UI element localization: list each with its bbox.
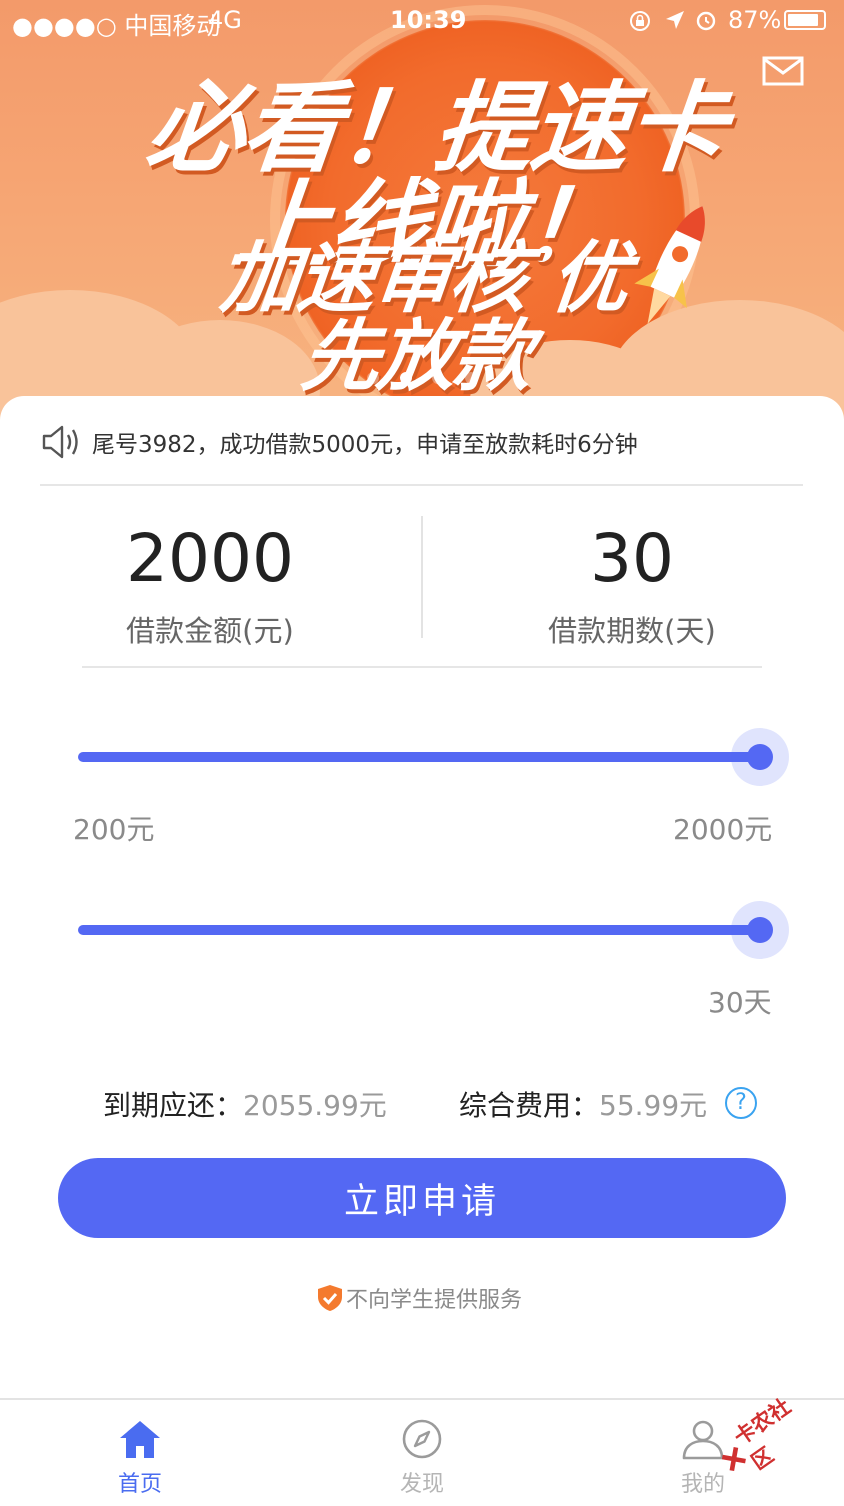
disclaimer-text: 不向学生提供服务 (346, 1288, 523, 1313)
tab-home-label: 首页 (117, 1472, 162, 1497)
total-fee-key: 综合费用： (459, 1089, 600, 1122)
fee-help-icon[interactable]: ? (725, 1087, 757, 1119)
status-bar: ●●●●○ 中国移动 4G 10:39 87% (0, 0, 844, 42)
tab-home[interactable]: 首页 (80, 1418, 200, 1498)
time-label: 10:39 (390, 6, 467, 34)
due-amount-key: 到期应还： (103, 1089, 244, 1122)
battery-percent: 87% (728, 6, 782, 34)
banner-subline: 加速审核 优先放款 (216, 234, 632, 402)
total-fee-value: 55.99元 (599, 1089, 708, 1122)
loan-amount-label: 借款金额(元) (126, 614, 294, 648)
loan-term-label: 借款期数(天) (548, 614, 716, 648)
notice-text: 尾号3982，成功借款5000元，申请至放款耗时6分钟 (92, 432, 638, 458)
battery-icon (784, 10, 826, 30)
amount-slider-thumb[interactable] (731, 728, 789, 786)
location-icon (666, 11, 684, 29)
divider (40, 484, 803, 486)
message-icon[interactable] (762, 56, 804, 86)
total-fee: 综合费用：55.99元 (459, 1084, 707, 1124)
promo-banner[interactable]: 必看！提速卡上线啦！ 加速审核 优先放款 (0, 0, 844, 420)
amount-max-label: 2000元 (673, 813, 773, 846)
amount-slider-track[interactable] (78, 752, 762, 762)
term-max-label: 30天 (708, 986, 772, 1019)
student-disclaimer: 不向学生提供服务 (316, 1282, 522, 1314)
network-label: 4G (208, 6, 242, 34)
term-slider-thumb[interactable] (731, 901, 789, 959)
tab-discover-label: 发现 (399, 1472, 444, 1497)
home-icon (120, 1421, 160, 1458)
carrier-label: ●●●●○ 中国移动 (12, 12, 221, 40)
tab-discover[interactable]: 发现 (362, 1418, 482, 1498)
divider (82, 666, 762, 668)
speaker-icon (42, 425, 78, 459)
loan-amount-value: 2000 (126, 520, 294, 597)
carousel-dot-active[interactable] (400, 372, 412, 384)
amount-min-label: 200元 (73, 813, 155, 846)
due-amount-value: 2055.99元 (243, 1089, 387, 1122)
alarm-icon (696, 11, 716, 31)
carousel-dot[interactable] (432, 372, 444, 384)
loan-term-value: 30 (590, 520, 674, 597)
rocket-icon (634, 206, 705, 324)
term-slider-track[interactable] (78, 925, 762, 935)
notice-bar: 尾号3982，成功借款5000元，申请至放款耗时6分钟 (40, 420, 800, 464)
carousel-dot[interactable] (367, 372, 379, 384)
carousel-dot[interactable] (465, 372, 477, 384)
rotation-lock-icon (630, 11, 650, 31)
shield-check-icon (318, 1285, 342, 1311)
compass-icon (402, 1419, 442, 1459)
apply-button[interactable]: 立即申请 (58, 1158, 786, 1238)
due-amount: 到期应还：2055.99元 (103, 1084, 387, 1124)
vertical-divider (421, 516, 423, 638)
